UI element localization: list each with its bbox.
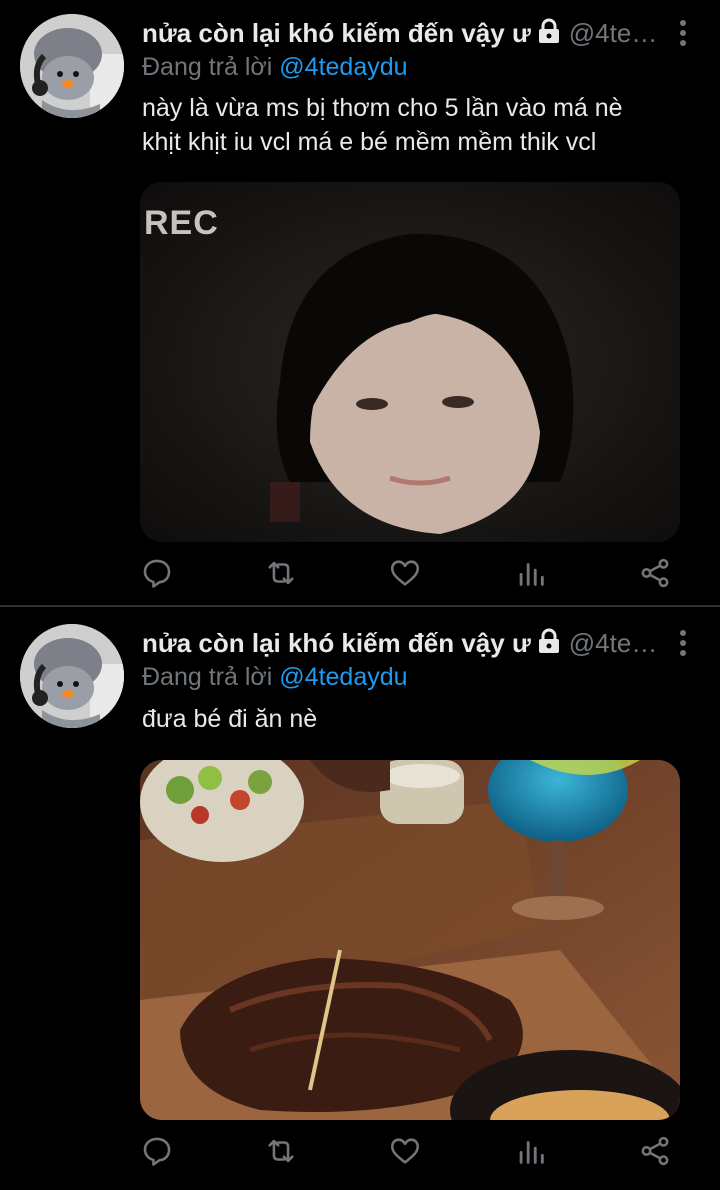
retweet-icon[interactable] <box>264 556 300 592</box>
tweet[interactable]: nửa còn lại khó kiếm đến vậy ư @4te… Đang… <box>0 0 720 606</box>
avatar[interactable] <box>20 14 124 118</box>
more-vertical-icon[interactable] <box>676 630 690 660</box>
handle[interactable]: @4te… <box>569 18 658 48</box>
analytics-icon[interactable] <box>514 1134 550 1170</box>
heart-icon[interactable] <box>388 556 424 592</box>
tweet-photo[interactable] <box>140 760 680 1120</box>
more-vertical-icon[interactable] <box>676 20 690 50</box>
share-icon[interactable] <box>638 556 674 592</box>
retweet-icon[interactable] <box>264 1134 300 1170</box>
avatar[interactable] <box>20 624 124 728</box>
tweet[interactable]: nửa còn lại khó kiếm đến vậy ư @4te… Đang… <box>0 608 720 1190</box>
action-bar <box>140 556 680 592</box>
tweet-text: đưa bé đi ăn nè <box>142 702 702 736</box>
reply-to-link[interactable]: @4tedaydu <box>279 663 407 691</box>
lock-icon <box>537 18 561 49</box>
handle[interactable]: @4te… <box>569 628 658 658</box>
tweet-photo[interactable]: REC <box>140 182 680 542</box>
tweet-text-line: đưa bé đi ăn nè <box>142 705 318 733</box>
share-icon[interactable] <box>638 1134 674 1170</box>
reply-prefix: Đang trả lời <box>142 663 273 691</box>
lock-icon <box>537 628 561 659</box>
tweet-divider <box>0 605 720 607</box>
reply-to-link[interactable]: @4tedaydu <box>279 53 407 81</box>
heart-icon[interactable] <box>388 1134 424 1170</box>
tweet-text: này là vừa ms bị thơm cho 5 lần vào má n… <box>142 91 702 159</box>
analytics-icon[interactable] <box>514 556 550 592</box>
display-name[interactable]: nửa còn lại khó kiếm đến vậy ư <box>142 628 531 658</box>
display-name[interactable]: nửa còn lại khó kiếm đến vậy ư <box>142 18 531 48</box>
reply-prefix: Đang trả lời <box>142 53 273 81</box>
reply-icon[interactable] <box>140 556 176 592</box>
reply-context: Đang trả lời @4tedaydu <box>142 663 408 692</box>
tweet-text-line: này là vừa ms bị thơm cho 5 lần vào má n… <box>142 94 623 122</box>
reply-icon[interactable] <box>140 1134 176 1170</box>
action-bar <box>140 1134 680 1170</box>
tweet-text-line: khịt khịt iu vcl má e bé mềm mềm thik vc… <box>142 128 597 156</box>
tweet-header: nửa còn lại khó kiếm đến vậy ư @4te… <box>142 628 702 662</box>
rec-label: REC <box>144 204 219 242</box>
reply-context: Đang trả lời @4tedaydu <box>142 53 408 82</box>
tweet-header: nửa còn lại khó kiếm đến vậy ư @4te… <box>142 18 702 52</box>
